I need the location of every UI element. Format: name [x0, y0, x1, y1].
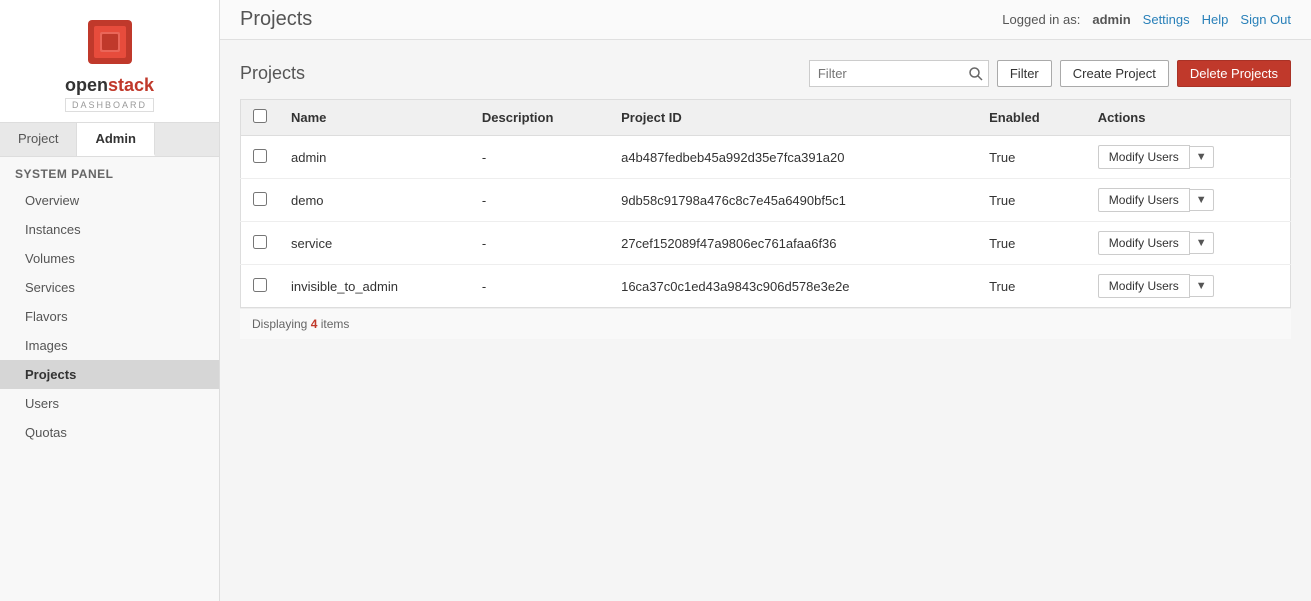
sidebar-item-instances[interactable]: Instances: [0, 215, 219, 244]
row-enabled: True: [977, 179, 1086, 222]
col-enabled: Enabled: [977, 100, 1086, 136]
tabs-row: Project Admin: [0, 123, 219, 157]
action-btn-group: Modify Users ▼: [1098, 231, 1278, 255]
row-description: -: [470, 265, 609, 308]
content-area: Projects Filter Create Project Delete Pr…: [220, 40, 1311, 601]
action-btn-group: Modify Users ▼: [1098, 145, 1278, 169]
table-row: demo - 9db58c91798a476c8c7e45a6490bf5c1 …: [241, 179, 1291, 222]
row-project-id: 27cef152089f47a9806ec761afaa6f36: [609, 222, 977, 265]
row-project-id: 9db58c91798a476c8c7e45a6490bf5c1: [609, 179, 977, 222]
topbar: Projects Logged in as: admin Settings He…: [220, 0, 1311, 40]
modify-users-button[interactable]: Modify Users: [1098, 274, 1190, 298]
table-header-row: Name Description Project ID Enabled Acti…: [241, 100, 1291, 136]
sidebar-item-projects[interactable]: Projects: [0, 360, 219, 389]
sidebar-item-overview[interactable]: Overview: [0, 186, 219, 215]
table-footer: Displaying 4 items: [240, 308, 1291, 339]
delete-projects-button[interactable]: Delete Projects: [1177, 60, 1291, 87]
sign-out-link[interactable]: Sign Out: [1240, 12, 1291, 27]
row-enabled: True: [977, 222, 1086, 265]
action-dropdown-button[interactable]: ▼: [1190, 232, 1214, 254]
table-row: service - 27cef152089f47a9806ec761afaa6f…: [241, 222, 1291, 265]
action-dropdown-button[interactable]: ▼: [1190, 275, 1214, 297]
search-icon-button[interactable]: [969, 67, 983, 81]
row-name[interactable]: invisible_to_admin: [279, 265, 470, 308]
tab-project[interactable]: Project: [0, 123, 77, 156]
row-description: -: [470, 179, 609, 222]
row-actions: Modify Users ▼: [1086, 136, 1291, 179]
row-description: -: [470, 136, 609, 179]
logged-in-label: Logged in as:: [1002, 12, 1080, 27]
sidebar-item-flavors[interactable]: Flavors: [0, 302, 219, 331]
sidebar-item-services[interactable]: Services: [0, 273, 219, 302]
item-count: 4: [311, 317, 318, 331]
search-icon: [969, 67, 983, 81]
row-project-id: 16ca37c0c1ed43a9843c906d578e3e2e: [609, 265, 977, 308]
sidebar-item-quotas[interactable]: Quotas: [0, 418, 219, 447]
select-all-header: [241, 100, 280, 136]
col-description: Description: [470, 100, 609, 136]
row-checkbox[interactable]: [253, 235, 267, 249]
row-name[interactable]: demo: [279, 179, 470, 222]
row-name[interactable]: service: [279, 222, 470, 265]
row-checkbox-cell: [241, 222, 280, 265]
action-btn-group: Modify Users ▼: [1098, 188, 1278, 212]
create-project-button[interactable]: Create Project: [1060, 60, 1169, 87]
row-checkbox[interactable]: [253, 192, 267, 206]
modify-users-button[interactable]: Modify Users: [1098, 145, 1190, 169]
col-actions: Actions: [1086, 100, 1291, 136]
table-row: admin - a4b487fedbeb45a992d35e7fca391a20…: [241, 136, 1291, 179]
sidebar-item-images[interactable]: Images: [0, 331, 219, 360]
filter-button[interactable]: Filter: [997, 60, 1052, 87]
row-project-id: a4b487fedbeb45a992d35e7fca391a20: [609, 136, 977, 179]
row-checkbox[interactable]: [253, 149, 267, 163]
col-name: Name: [279, 100, 470, 136]
content-header: Projects Filter Create Project Delete Pr…: [240, 60, 1291, 87]
row-enabled: True: [977, 265, 1086, 308]
page-title-top: Projects: [240, 8, 312, 31]
topbar-right: Logged in as: admin Settings Help Sign O…: [1002, 12, 1291, 27]
content-title: Projects: [240, 63, 305, 84]
main-content: Projects Logged in as: admin Settings He…: [220, 0, 1311, 601]
settings-link[interactable]: Settings: [1143, 12, 1190, 27]
filter-input[interactable]: [809, 60, 989, 87]
row-enabled: True: [977, 136, 1086, 179]
logged-in-user: admin: [1092, 12, 1130, 27]
action-dropdown-button[interactable]: ▼: [1190, 146, 1214, 168]
action-btn-group: Modify Users ▼: [1098, 274, 1278, 298]
sidebar: openstack DASHBOARD Project Admin System…: [0, 0, 220, 601]
logo-sub: DASHBOARD: [65, 98, 154, 112]
row-checkbox[interactable]: [253, 278, 267, 292]
logo-area: openstack DASHBOARD: [0, 0, 219, 123]
table-row: invisible_to_admin - 16ca37c0c1ed43a9843…: [241, 265, 1291, 308]
sidebar-item-volumes[interactable]: Volumes: [0, 244, 219, 273]
filter-input-wrap: [809, 60, 989, 87]
row-actions: Modify Users ▼: [1086, 222, 1291, 265]
projects-table: Name Description Project ID Enabled Acti…: [240, 99, 1291, 308]
action-dropdown-button[interactable]: ▼: [1190, 189, 1214, 211]
sidebar-item-users[interactable]: Users: [0, 389, 219, 418]
logo-text: openstack: [10, 75, 209, 96]
row-checkbox-cell: [241, 179, 280, 222]
modify-users-button[interactable]: Modify Users: [1098, 231, 1190, 255]
system-panel-header: System Panel: [0, 157, 219, 186]
header-controls: Filter Create Project Delete Projects: [809, 60, 1291, 87]
row-actions: Modify Users ▼: [1086, 265, 1291, 308]
row-checkbox-cell: [241, 265, 280, 308]
row-name[interactable]: admin: [279, 136, 470, 179]
row-description: -: [470, 222, 609, 265]
row-actions: Modify Users ▼: [1086, 179, 1291, 222]
modify-users-button[interactable]: Modify Users: [1098, 188, 1190, 212]
openstack-logo-icon: [80, 15, 140, 70]
select-all-checkbox[interactable]: [253, 109, 267, 123]
tab-admin[interactable]: Admin: [77, 123, 154, 156]
row-checkbox-cell: [241, 136, 280, 179]
help-link[interactable]: Help: [1202, 12, 1229, 27]
col-project-id: Project ID: [609, 100, 977, 136]
